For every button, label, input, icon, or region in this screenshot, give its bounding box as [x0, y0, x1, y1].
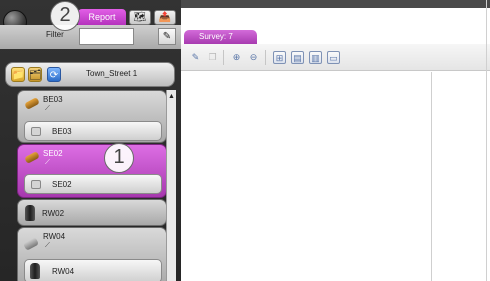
pipe-orange-icon [24, 151, 40, 164]
list-item-rw02[interactable]: RW02 [17, 199, 167, 226]
sub-item-label: BE03 [52, 127, 72, 136]
copy-icon[interactable]: ❐ [206, 51, 219, 64]
grid-icon[interactable]: ⊞ [273, 51, 286, 64]
right-edge-divider [486, 0, 487, 281]
pen-icon[interactable]: ✎ [189, 51, 202, 64]
folder-icon[interactable]: 📁 [11, 67, 25, 82]
item-label: RW02 [42, 209, 65, 218]
edit-mark-icon: ⟋ [45, 105, 50, 112]
viewer-toolbar: ✎ ❐ ⊕ ⊖ ⊞ ▤ ▥ ▭ [181, 44, 490, 71]
checkbox-icon[interactable] [31, 180, 41, 189]
tab-report[interactable]: Report [78, 9, 126, 25]
survey-canvas[interactable] [181, 72, 431, 281]
asset-list: BE03 ⟋ BE03 SE02 ⟋ SE02 RW02 RW04 ⟋ RW04 [17, 90, 167, 281]
zoom-out-icon[interactable]: ⊖ [247, 51, 260, 64]
edit-mark-icon: ⟋ [45, 159, 50, 166]
pipe-gray-icon [22, 237, 40, 251]
sub-item-rw04[interactable]: RW04 [24, 259, 162, 281]
filter-label: Filter [46, 30, 64, 39]
export-icon[interactable]: 📤 [154, 10, 176, 25]
bollard-icon [30, 263, 40, 279]
sub-item-be03[interactable]: BE03 [24, 121, 162, 141]
toolbar-separator [223, 50, 224, 65]
callout-1: 1 [104, 143, 134, 173]
tree-root[interactable]: 📁 🗂 ⟳ Town_Street 1 [5, 62, 175, 87]
list-item-be03[interactable]: BE03 ⟋ BE03 [17, 90, 167, 143]
toolbar-separator [265, 50, 266, 65]
bollard-icon [25, 205, 35, 221]
checkbox-icon[interactable] [31, 127, 41, 136]
zoom-in-icon[interactable]: ⊕ [230, 51, 243, 64]
list-item-rw04[interactable]: RW04 ⟋ RW04 [17, 227, 167, 281]
item-label: BE03 [43, 95, 63, 104]
page-icon[interactable]: ▭ [327, 51, 340, 64]
columns-icon[interactable]: ▥ [309, 51, 322, 64]
callout-2: 2 [50, 1, 80, 31]
grid-split-icon[interactable]: ▤ [291, 51, 304, 64]
item-label: SE02 [43, 149, 63, 158]
globe-map-icon[interactable]: 🗺 [129, 10, 151, 25]
list-item-se02[interactable]: SE02 ⟋ SE02 [17, 144, 167, 198]
scroll-up-icon[interactable]: ▲ [167, 92, 176, 101]
refresh-icon[interactable]: ⟳ [47, 67, 61, 82]
sub-item-label: RW04 [52, 267, 75, 276]
map-folder-icon[interactable]: 🗂 [28, 67, 42, 82]
filter-edit-icon[interactable]: ✎ [158, 28, 176, 45]
item-label: RW04 [43, 232, 66, 241]
tab-survey[interactable]: Survey: 7 [184, 30, 257, 44]
tree-root-label: Town_Street 1 [86, 69, 138, 78]
edit-mark-icon: ⟋ [45, 242, 50, 249]
document-page [431, 72, 490, 281]
sub-item-label: SE02 [52, 180, 72, 189]
list-scrollbar[interactable]: ▲ [166, 90, 176, 281]
sub-item-se02[interactable]: SE02 [24, 174, 162, 194]
filter-input[interactable] [79, 28, 134, 45]
pipe-orange-icon [24, 97, 40, 110]
